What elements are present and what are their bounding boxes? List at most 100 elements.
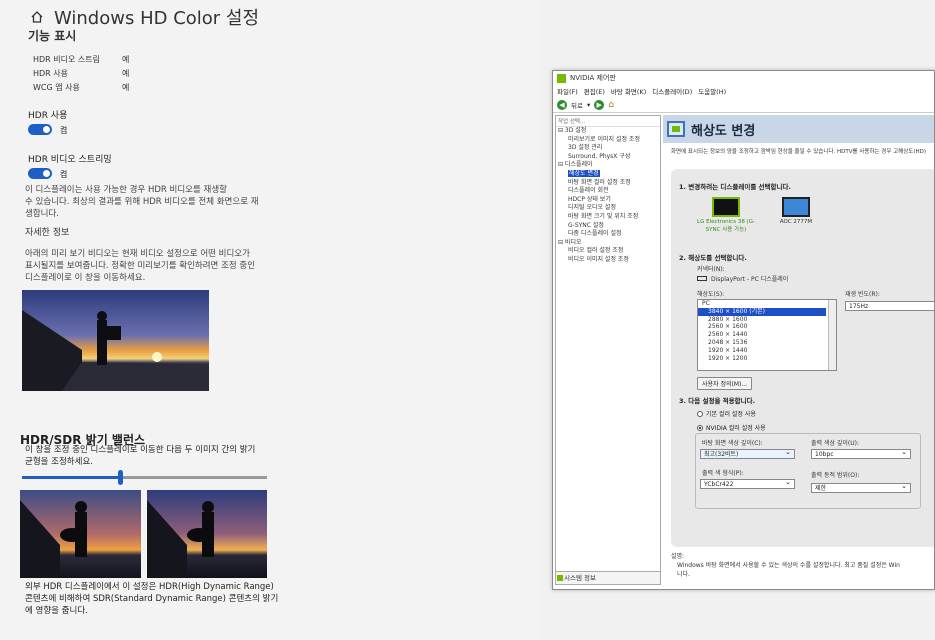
- monitor-aoc[interactable]: AOC 2777M: [771, 197, 821, 225]
- radio-nvidia-color[interactable]: NVIDIA 컬러 설정 사용: [697, 423, 766, 432]
- guitarist-image: [20, 490, 141, 578]
- refresh-rate-dropdown[interactable]: 175Hz: [845, 301, 934, 311]
- nav-tree-items: ⊟ 3D 설정 미리보기로 이미지 설정 조정 3D 설정 관리 Surround, …: [556, 127, 660, 265]
- settings-panel: 1. 변경하려는 디스플레이를 선택합니다. LG Electronics 38…: [671, 169, 934, 547]
- radio-indicator: [697, 424, 703, 431]
- hdr-toggle-state: 켬: [60, 126, 68, 135]
- window-title-bar: NVIDIA 제어판: [553, 71, 934, 85]
- balance-description: 이 창을 조정 중인 디스플레이로 이동한 다음 두 이미지 간의 밝기 균형을…: [25, 445, 256, 467]
- description-title: 설명:: [671, 553, 685, 560]
- description-box: 설명: Windows 바탕 화면에서 사용할 수 있는 색상의 수를 설정합니…: [671, 551, 900, 578]
- color-format-dropdown[interactable]: YCbCr422: [700, 478, 795, 489]
- menu-item-edit[interactable]: 편집(E): [584, 86, 605, 96]
- brightness-balance-slider[interactable]: [22, 470, 267, 485]
- page-title: Windows HD Color 설정: [54, 8, 260, 29]
- system-info-link[interactable]: 시스템 정보: [556, 571, 660, 584]
- color-settings-group: 바탕 화면 색상 깊이(C): 최고(32비트) 출력 색상 깊이(U): 10…: [695, 433, 921, 509]
- nav-item[interactable]: 바탕 화면 크기 및 위치 조정: [556, 213, 660, 222]
- dynamic-range-dropdown[interactable]: 제한: [811, 482, 911, 493]
- nav-item[interactable]: 3D 설정 관리: [556, 144, 660, 153]
- nav-item[interactable]: 해상도 변경: [556, 169, 660, 179]
- monitor-icon: [712, 197, 740, 217]
- radio-default-color[interactable]: 기본 컬러 설정 사용: [697, 409, 756, 418]
- feature-row: HDR 사용 예: [33, 69, 130, 78]
- resolution-group: PC: [702, 300, 710, 307]
- connector-value: DisplayPort - PC 디스플레이: [711, 276, 789, 283]
- format-label: 출력 색 형식(P):: [702, 470, 744, 477]
- more-info-link[interactable]: 자세한 정보: [25, 225, 69, 238]
- slider-thumb[interactable]: [118, 470, 123, 485]
- nav-header: 작업 선택...: [556, 116, 660, 127]
- nav-item[interactable]: 디지털 오디오 설정: [556, 204, 660, 213]
- range-label: 출력 동적 범위(O):: [811, 472, 860, 479]
- monitor-lg[interactable]: LG Electronics 38 (G-SYNC 사용 가능): [691, 197, 761, 233]
- connector-value-row: DisplayPort - PC 디스플레이: [697, 274, 788, 283]
- nav-item[interactable]: 바탕 화면 컬러 설정 조정: [556, 179, 660, 188]
- menu-bar: 파일(F) 편집(E) 바탕 화면(K) 디스플레이(D) 도움말(H): [553, 85, 934, 97]
- home-icon[interactable]: [30, 10, 44, 24]
- customize-button[interactable]: 사용자 정의(M)...: [697, 377, 753, 390]
- nvidia-control-panel-window: NVIDIA 제어판 파일(F) 편집(E) 바탕 화면(K) 디스플레이(D)…: [552, 70, 935, 590]
- resolution-item[interactable]: 2048 × 1536: [698, 339, 836, 347]
- resolution-item[interactable]: 1920 × 1440: [698, 347, 836, 355]
- nav-item[interactable]: 미리보기로 이미지 설정 조정: [556, 136, 660, 145]
- nav-item[interactable]: G-SYNC 설정: [556, 222, 660, 231]
- hdr-toggle-label: HDR 사용: [28, 111, 68, 121]
- menu-item-display[interactable]: 디스플레이(D): [652, 86, 692, 96]
- desktop-depth-dropdown[interactable]: 최고(32비트): [700, 448, 795, 459]
- dropdown-arrow-icon[interactable]: ▾: [587, 101, 590, 109]
- description-text: Windows 바탕 화면에서 사용할 수 있는 색상의 수를 설정합니다. 최…: [677, 562, 900, 569]
- resolution-item[interactable]: 2560 × 1600: [698, 323, 836, 331]
- connector-label: 커넥터(N):: [697, 266, 725, 273]
- nvidia-logo-icon: [557, 73, 566, 83]
- sunset-image: [22, 290, 209, 391]
- nav-item[interactable]: 다중 디스플레이 설정: [556, 230, 660, 239]
- content-description: 화면에 표시되는 정보의 양을 조정하고 깜박임 현상을 줄일 수 있습니다. …: [671, 149, 927, 155]
- step1-title: 1. 변경하려는 디스플레이를 선택합니다.: [679, 183, 791, 191]
- listbox-scrollbar[interactable]: [828, 300, 836, 370]
- resolution-label: 해상도(S):: [697, 291, 725, 298]
- content-title: 해상도 변경: [691, 123, 756, 139]
- home-icon[interactable]: ⌂: [608, 100, 614, 110]
- resolution-item[interactable]: 2560 × 1440: [698, 331, 836, 339]
- nav-item[interactable]: ⊟ 디스플레이: [556, 161, 660, 170]
- sdr-preview-image: [20, 490, 141, 578]
- output-depth-label: 출력 색상 깊이(U):: [811, 440, 860, 447]
- window-title: NVIDIA 제어판: [570, 74, 616, 82]
- nav-item[interactable]: 디스플레이 회전: [556, 187, 660, 196]
- back-arrow-icon[interactable]: ◀: [557, 99, 567, 110]
- displayport-icon: [697, 276, 707, 281]
- feature-row: HDR 비디오 스트림 예: [33, 55, 130, 64]
- nav-item[interactable]: ⊟ 3D 설정: [556, 127, 660, 136]
- resolution-item[interactable]: 3840 × 1600 (기본): [698, 307, 826, 316]
- menu-item-file[interactable]: 파일(F): [557, 86, 578, 96]
- output-depth-dropdown[interactable]: 10bpc: [811, 448, 911, 459]
- hdr-preview-video: [22, 290, 209, 391]
- forward-arrow-icon[interactable]: ▶: [594, 99, 605, 110]
- nav-item[interactable]: 비디오 이미지 설정 조정: [556, 256, 660, 265]
- feature-section-title: 기능 표시: [28, 29, 77, 43]
- stream-toggle-state: 켬: [60, 170, 68, 179]
- feature-row: WCG 앱 사용 예: [33, 83, 130, 92]
- refresh-label: 재생 빈도(R):: [845, 291, 880, 298]
- hd-color-settings-window: Windows HD Color 설정 기능 표시 HDR 비디오 스트림 예 …: [0, 0, 540, 640]
- description-text-cont: 니다.: [677, 571, 690, 578]
- resolution-items: 3840 × 1600 (기본) 2880 × 1600 2560 × 1600 25…: [698, 307, 836, 363]
- toolbar: ◀ 뒤로 ▾ ▶ ⌂: [553, 97, 934, 113]
- menu-item-help[interactable]: 도움말(H): [698, 86, 726, 96]
- stream-toggle-label: HDR 비디오 스트리밍: [28, 155, 112, 165]
- stream-toggle[interactable]: [28, 168, 52, 179]
- content-area: 해상도 변경 화면에 표시되는 정보의 양을 조정하고 깜박임 현상을 줄일 수…: [663, 115, 934, 589]
- resolution-item[interactable]: 1920 × 1200: [698, 355, 836, 363]
- monitor-icon: [782, 197, 810, 217]
- stream-description: 이 디스플레이는 사용 가능한 경우 HDR 비디오를 재생할 수 있습니다. …: [25, 185, 259, 219]
- hdr-toggle[interactable]: [28, 124, 52, 135]
- menu-item-desktop[interactable]: 바탕 화면(K): [611, 86, 646, 96]
- step2-title: 2. 해상도를 선택합니다.: [679, 254, 747, 262]
- resolution-listbox[interactable]: PC 3840 × 1600 (기본) 2880 × 1600 2560 × 160…: [697, 299, 837, 371]
- nav-item[interactable]: 비디오 컬러 설정 조정: [556, 247, 660, 256]
- display-settings-icon: [667, 121, 685, 137]
- resolution-item[interactable]: 2880 × 1600: [698, 316, 836, 324]
- depth-label: 바탕 화면 색상 깊이(C):: [702, 440, 763, 447]
- back-button-label[interactable]: 뒤로: [571, 100, 583, 110]
